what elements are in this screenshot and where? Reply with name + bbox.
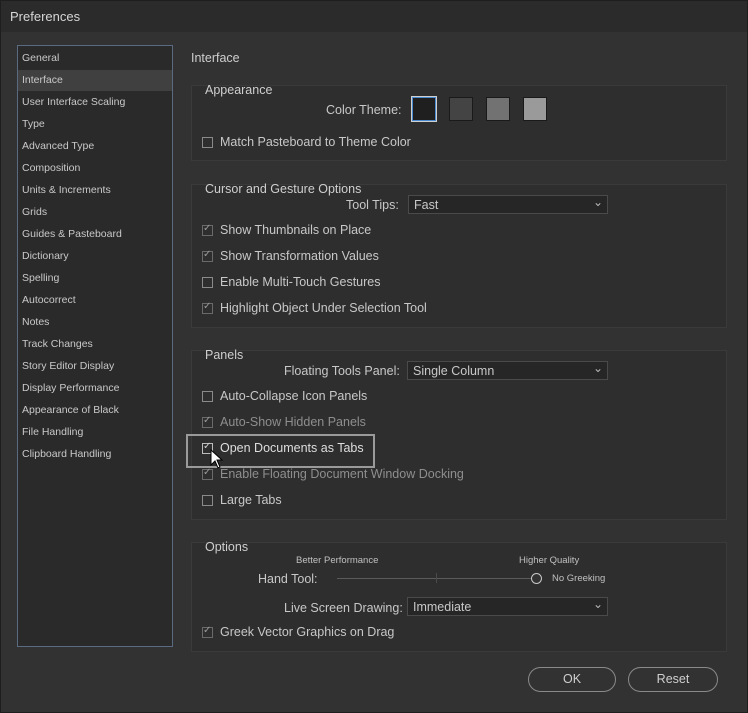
sidebar-item-type[interactable]: Type — [18, 114, 172, 135]
live-drawing-value: Immediate — [413, 600, 472, 614]
title-bar[interactable]: Preferences — [1, 1, 747, 32]
sidebar-item-clipboard[interactable]: Clipboard Handling — [18, 444, 172, 465]
hand-tool-label: Hand Tool: — [258, 572, 318, 586]
tool-tips-dropdown[interactable]: Fast ⌄ — [408, 195, 608, 214]
floating-docking-label: Enable Floating Document Window Docking — [220, 467, 464, 481]
floating-tools-label: Floating Tools Panel: — [284, 364, 400, 378]
sidebar-item-story-editor[interactable]: Story Editor Display — [18, 356, 172, 377]
chevron-down-icon: ⌄ — [592, 361, 603, 375]
sidebar-item-grids[interactable]: Grids — [18, 202, 172, 223]
auto-show-label: Auto-Show Hidden Panels — [220, 415, 366, 429]
tool-tips-label: Tool Tips: — [346, 198, 399, 212]
chevron-down-icon: ⌄ — [592, 195, 603, 209]
sidebar-item-autocorrect[interactable]: Autocorrect — [18, 290, 172, 311]
sidebar-item-composition[interactable]: Composition — [18, 158, 172, 179]
multitouch-label: Enable Multi-Touch Gestures — [220, 275, 381, 289]
auto-collapse-label: Auto-Collapse Icon Panels — [220, 389, 368, 403]
hand-tool-slider-knob[interactable] — [531, 573, 542, 584]
sidebar-item-track-changes[interactable]: Track Changes — [18, 334, 172, 355]
sidebar-item-interface[interactable]: Interface — [18, 70, 172, 91]
floating-docking-checkbox[interactable] — [202, 467, 213, 480]
show-thumbnails-label: Show Thumbnails on Place — [220, 223, 372, 237]
options-title: Options — [205, 540, 249, 554]
auto-show-checkbox[interactable] — [202, 415, 213, 428]
floating-tools-value: Single Column — [413, 364, 495, 378]
sidebar-item-ui-scaling[interactable]: User Interface Scaling — [18, 92, 172, 113]
sidebar-item-units[interactable]: Units & Increments — [18, 180, 172, 201]
show-thumbnails-checkbox[interactable] — [202, 223, 213, 236]
preferences-dialog: Preferences General Interface User Inter… — [0, 0, 748, 713]
tool-tips-value: Fast — [414, 198, 439, 212]
open-tabs-label: Open Documents as Tabs — [220, 441, 364, 455]
large-tabs-label: Large Tabs — [220, 493, 282, 507]
sidebar-item-notes[interactable]: Notes — [18, 312, 172, 333]
sidebar-item-dictionary[interactable]: Dictionary — [18, 246, 172, 267]
live-drawing-dropdown[interactable]: Immediate ⌄ — [407, 597, 608, 616]
greek-vector-checkbox[interactable] — [202, 625, 213, 638]
cursor-gesture-title: Cursor and Gesture Options — [205, 182, 362, 196]
chevron-down-icon: ⌄ — [592, 597, 603, 611]
higher-quality-label: Higher Quality — [519, 555, 580, 566]
hand-tool-slider-track[interactable] — [337, 578, 537, 579]
sidebar-item-general[interactable]: General — [18, 48, 172, 69]
sidebar-item-guides[interactable]: Guides & Pasteboard — [18, 224, 172, 245]
greek-vector-label: Greek Vector Graphics on Drag — [220, 625, 395, 639]
appearance-title: Appearance — [205, 83, 273, 97]
show-transformation-checkbox[interactable] — [202, 249, 213, 262]
reset-button[interactable]: Reset — [628, 667, 718, 692]
match-pasteboard-label: Match Pasteboard to Theme Color — [220, 135, 411, 149]
multitouch-checkbox[interactable] — [202, 277, 213, 288]
highlight-object-label: Highlight Object Under Selection Tool — [220, 301, 427, 315]
match-pasteboard-checkbox[interactable] — [202, 137, 213, 148]
better-performance-label: Better Performance — [296, 555, 379, 566]
sidebar-item-appearance-black[interactable]: Appearance of Black — [18, 400, 172, 421]
theme-light-swatch[interactable] — [523, 97, 547, 121]
hand-tool-slider-tick — [436, 573, 437, 583]
sidebar-item-file-handling[interactable]: File Handling — [18, 422, 172, 443]
sidebar-item-advanced-type[interactable]: Advanced Type — [18, 136, 172, 157]
page-title: Interface — [191, 51, 240, 65]
ok-button[interactable]: OK — [528, 667, 616, 692]
highlight-object-checkbox[interactable] — [202, 301, 213, 314]
live-drawing-label: Live Screen Drawing: — [284, 601, 403, 615]
theme-dark-swatch[interactable] — [411, 96, 437, 122]
large-tabs-checkbox[interactable] — [202, 495, 213, 506]
mouse-pointer-icon — [210, 449, 224, 469]
color-theme-label: Color Theme: — [326, 103, 402, 117]
sidebar: General Interface User Interface Scaling… — [17, 45, 173, 647]
sidebar-item-spelling[interactable]: Spelling — [18, 268, 172, 289]
theme-medium-light-swatch[interactable] — [486, 97, 510, 121]
window-title: Preferences — [10, 9, 81, 24]
panels-title: Panels — [205, 348, 244, 362]
theme-medium-dark-swatch[interactable] — [449, 97, 473, 121]
floating-tools-dropdown[interactable]: Single Column ⌄ — [407, 361, 608, 380]
auto-collapse-checkbox[interactable] — [202, 391, 213, 402]
sidebar-item-display-performance[interactable]: Display Performance — [18, 378, 172, 399]
show-transformation-label: Show Transformation Values — [220, 249, 379, 263]
no-greeking-label: No Greeking — [552, 573, 606, 584]
